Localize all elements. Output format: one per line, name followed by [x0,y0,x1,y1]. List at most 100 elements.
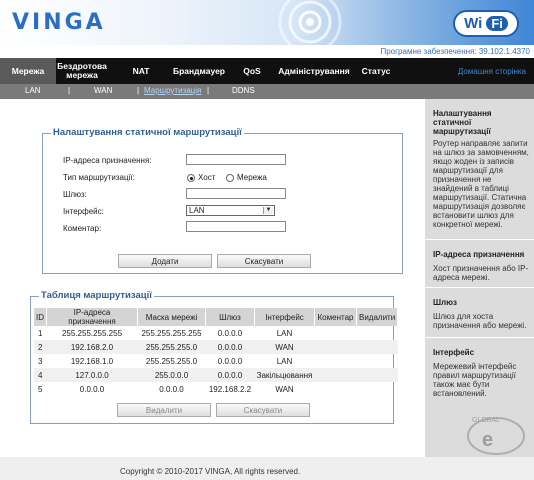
add-button[interactable]: Додати [118,254,212,268]
comment-input[interactable] [186,221,286,232]
cell-comment [314,340,357,354]
main-nav: Мережа Бездротова мережа NAT Брандмауер … [0,58,534,84]
cell-comment [315,382,357,396]
cell-comment [315,326,357,340]
subnav-separator: | [137,86,140,95]
cell-comment [314,368,357,382]
help-title-destination: IP-адреса призначення [433,250,525,259]
cell-netmask: 255.255.255.255 [141,328,202,338]
cell-delete [356,368,398,382]
table-row: 1 255.255.255.255 255.255.255.255 0.0.0.… [34,326,398,340]
cell-destination: 255.255.255.255 [61,328,123,338]
cell-destination: 127.0.0.0 [46,368,138,382]
cell-gateway: 0.0.0.0 [217,328,243,338]
watermark-word: GLOBAL [472,417,500,424]
vinga-logo: VINGA [12,10,106,35]
cell-destination: 192.168.1.0 [70,356,114,366]
nav-item-wireless[interactable]: Бездротова мережа [56,58,108,84]
footer: Copyright © 2010-2017 VINGA, All rights … [0,457,534,480]
watermark-mark: e [482,429,493,451]
table-header-row: ID IP-адреса призначення Маска мережі Шл… [34,308,399,326]
routing-type-host-label[interactable]: Хост [198,173,215,182]
table-cancel-button[interactable]: Скасувати [216,403,310,417]
comment-label: Коментар: [63,224,102,233]
cell-gateway: 0.0.0.0 [205,368,255,382]
firmware-version: Програмне забезпечення: 39.102.1.4370 [380,47,530,56]
routing-type-host-radio[interactable] [187,174,195,182]
header-banner: VINGA Wi Fi [0,0,534,45]
routing-table-legend: Таблиця маршрутизації [39,290,154,301]
col-gateway: Шлюз [205,308,255,326]
routing-type-network-label[interactable]: Мережа [237,173,267,182]
cell-delete [357,354,398,368]
help-title-interface: Інтерфейс [433,348,475,357]
help-title-gateway: Шлюз [433,298,457,307]
cell-id: 2 [34,340,47,354]
col-destination: IP-адреса призначення [46,308,138,326]
cell-id: 1 [38,328,43,338]
cell-interface: LAN [276,356,293,366]
help-title-static-routing: Налаштування статичної маршрутизації [433,109,492,136]
subnav-item-ddns[interactable]: DDNS [232,86,255,95]
cell-interface: LAN [276,328,293,338]
cell-destination: 192.168.2.0 [46,340,138,354]
static-routing-form: Налаштування статичної маршрутизації IP-… [42,127,403,274]
chevron-down-icon[interactable]: ▼ [263,207,273,214]
cell-id: 5 [38,384,43,394]
cancel-button[interactable]: Скасувати [217,254,311,268]
static-routing-legend: Налаштування статичної маршрутизації [51,127,244,138]
col-comment: Коментар [314,308,357,326]
help-divider [425,239,534,240]
delete-button[interactable]: Видалити [117,403,211,417]
wireless-signal-icon [278,0,342,45]
nav-item-network[interactable]: Мережа [0,58,56,84]
subnav-item-lan[interactable]: LAN [25,86,41,95]
cell-comment [315,354,357,368]
copyright-text: Copyright © 2010-2017 VINGA, All rights … [120,467,301,476]
col-netmask: Маска мережі [137,308,206,326]
col-interface: Інтерфейс [254,308,315,326]
firmware-bar: Програмне забезпечення: 39.102.1.4370 [0,45,534,58]
subnav-separator: | [68,86,71,95]
cell-gateway: 0.0.0.0 [205,340,255,354]
site-watermark-logo: GLOBAL e [467,417,525,455]
table-row: 5 0.0.0.0 0.0.0.0 192.168.2.2 WAN [34,382,398,396]
sub-nav: LAN | WAN | Маршрутизація | DDNS [0,84,534,99]
ip-address-input[interactable] [186,154,286,165]
interface-select-value: LAN [189,206,205,215]
subnav-item-wan[interactable]: WAN [94,86,112,95]
ip-address-label: IP-адреса призначення: [63,156,152,165]
wifi-logo-wi: Wi [464,15,483,32]
cell-delete [356,340,398,354]
cell-delete [357,326,398,340]
interface-select[interactable]: LAN ▼ [186,205,275,216]
cell-netmask: 255.0.0.0 [137,368,206,382]
nav-item-status[interactable]: Статус [356,58,396,84]
gateway-input[interactable] [186,188,286,199]
nav-item-administration[interactable]: Адміністрування [274,58,354,84]
cell-interface: WAN [254,340,315,354]
help-divider [425,287,534,288]
home-page-link[interactable]: Домашня сторінка [458,67,526,76]
nav-item-qos[interactable]: QoS [236,58,268,84]
help-divider [425,337,534,338]
table-row: 2 192.168.2.0 255.255.255.0 0.0.0.0 WAN [34,340,398,354]
table-row: 3 192.168.1.0 255.255.255.0 0.0.0.0 LAN [34,354,398,368]
help-text-destination: Хост призначення або IP-адреса мережі. [433,264,529,282]
cell-interface: WAN [275,384,294,394]
col-delete: Видалити [356,308,399,326]
cell-gateway: 192.168.2.2 [208,384,252,394]
nav-item-firewall[interactable]: Брандмауер [168,58,230,84]
nav-item-nat[interactable]: NAT [122,58,160,84]
subnav-item-routing[interactable]: Маршрутизація [144,86,201,95]
routing-table: ID IP-адреса призначення Маска мережі Шл… [34,308,399,396]
cell-netmask: 255.255.255.0 [137,340,206,354]
cell-interface: Закільцювання [254,368,315,382]
routing-type-network-radio[interactable] [226,174,234,182]
help-text-interface: Мережевий інтерфейс правил маршрутизації… [433,362,517,398]
cell-id: 3 [38,356,43,366]
wifi-logo-fi: Fi [486,16,508,31]
col-id: ID [34,308,47,326]
cell-destination: 0.0.0.0 [79,384,105,394]
gateway-label: Шлюз: [63,190,87,199]
